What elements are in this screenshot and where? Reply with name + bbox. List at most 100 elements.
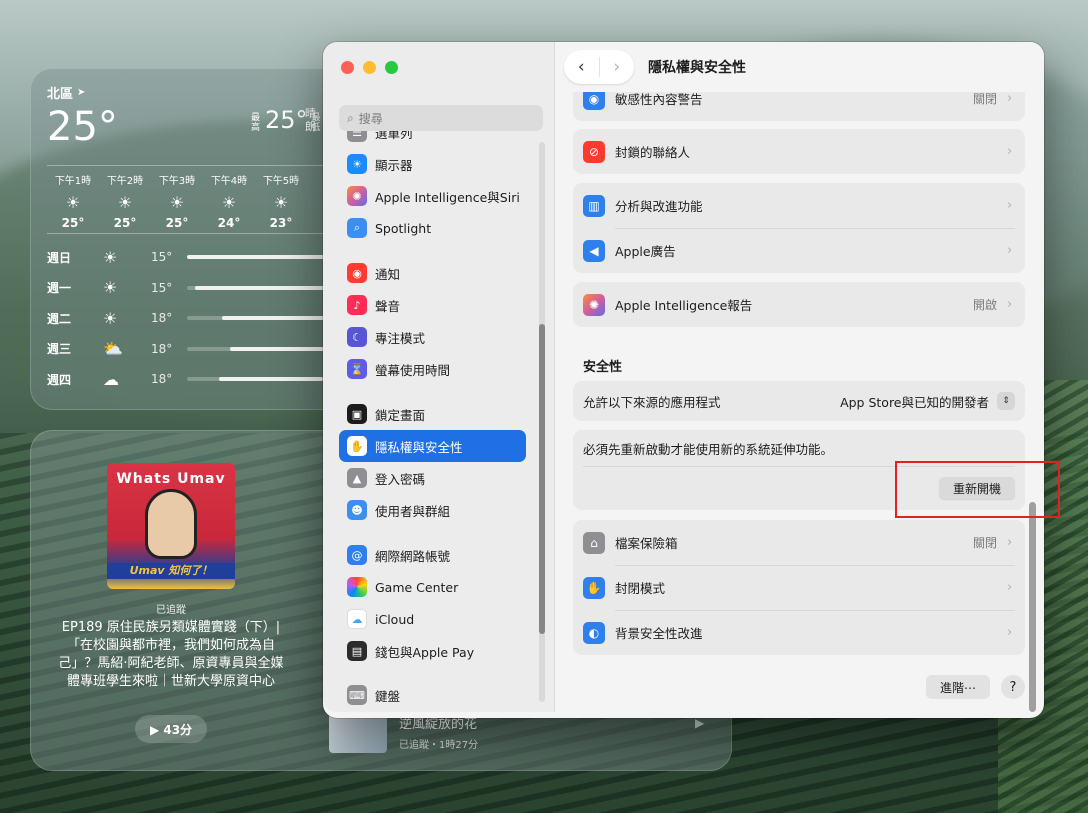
minimize-button[interactable] bbox=[363, 61, 376, 74]
sidebar-item-icloud[interactable]: ☁ iCloud bbox=[339, 603, 526, 635]
chevron-right-icon: › bbox=[1007, 91, 1013, 106]
keyboard-icon: ⌨ bbox=[347, 685, 367, 705]
zoom-button[interactable] bbox=[385, 61, 398, 74]
house-safe-icon: ⌂ bbox=[583, 531, 605, 554]
sidebar-scrollbar[interactable] bbox=[539, 142, 545, 702]
sidebar-item-users[interactable]: ☻ 使用者與群組 bbox=[339, 494, 526, 526]
cover-portrait bbox=[145, 489, 197, 559]
sun-icon: ☀ bbox=[103, 308, 118, 328]
sidebar-item-internet-accounts[interactable]: @ 網際網路帳號 bbox=[339, 539, 526, 571]
search-placeholder: 搜尋 bbox=[358, 111, 383, 126]
episode-title[interactable]: EP189 原住民族另類媒體實踐（下）|「在校園與都市裡，我們如何成為自己」？馬… bbox=[53, 619, 289, 691]
hour-item: 下午4時 ☀ 24° bbox=[203, 172, 255, 230]
apple-intelligence-icon: ✺ bbox=[583, 293, 605, 316]
row-lockdown-mode[interactable]: ✋ 封閉模式 › bbox=[573, 565, 1025, 610]
sun-icon: ☀ bbox=[221, 193, 237, 212]
row-background-security[interactable]: ◐ 背景安全性改進 › bbox=[573, 610, 1025, 655]
nav-buttons: ‹ › bbox=[564, 50, 634, 84]
row-allow-apps: 允許以下來源的應用程式 App Store與已知的開發者 ⇕ bbox=[573, 381, 1025, 421]
sidebar-item-lock-screen[interactable]: ▣ 鎖定畫面 bbox=[339, 398, 526, 430]
chevron-right-icon: › bbox=[1007, 297, 1013, 312]
sun-icon: ☀ bbox=[103, 247, 118, 267]
play-icon[interactable]: ▶ bbox=[695, 716, 704, 730]
day-row: 週二 ☀ 18° bbox=[47, 303, 347, 334]
main-scrollbar[interactable] bbox=[1029, 92, 1037, 712]
focus-moon-icon: ☾ bbox=[347, 327, 367, 347]
sun-icon: ☀ bbox=[65, 193, 81, 212]
hour-item: 下午2時 ☀ 25° bbox=[99, 172, 151, 230]
toolbar: ‹ › 隱私權與安全性 bbox=[556, 42, 1044, 92]
row-analytics[interactable]: ▥ 分析與改進功能 › bbox=[573, 183, 1025, 228]
blocked-icon: ⊘ bbox=[583, 140, 605, 163]
daily-forecast: 週日 ☀ 15° 週一 ☀ 15° 週二 ☀ 18° 週三 ⛅ 18° 週四 ☁ 18° bbox=[47, 233, 347, 395]
day-row: 週一 ☀ 15° bbox=[47, 273, 347, 304]
sidebar: ⌕ 搜尋 ☰ 選單列 ☀ 顯示器 ✺ Apple Intelligence與Siri … bbox=[323, 42, 555, 712]
users-icon: ☻ bbox=[347, 500, 367, 520]
sun-icon: ☀ bbox=[103, 278, 118, 298]
help-button[interactable]: ? bbox=[1001, 675, 1025, 699]
search-icon: ⌕ bbox=[347, 110, 354, 125]
chevron-right-icon: › bbox=[1007, 535, 1013, 550]
row-apple-intelligence-report[interactable]: ✺ Apple Intelligence報告 開啟 › bbox=[573, 282, 1025, 327]
notification-icon: ◉ bbox=[347, 263, 367, 283]
episode-thumbnail bbox=[329, 713, 387, 753]
hourglass-icon: ⌛ bbox=[347, 359, 367, 379]
sun-icon: ☀ bbox=[169, 193, 185, 212]
page-title: 隱私權與安全性 bbox=[648, 60, 746, 76]
sidebar-item-game-center[interactable]: Game Center bbox=[339, 571, 526, 603]
day-row: 週四 ☁ 18° bbox=[47, 364, 347, 395]
play-button[interactable]: ▶ 43分 bbox=[135, 715, 207, 743]
close-button[interactable] bbox=[341, 61, 354, 74]
stepper-icon: ⇕ bbox=[997, 392, 1015, 410]
row-filevault[interactable]: ⌂ 檔案保險箱 關閉 › bbox=[573, 520, 1025, 565]
settings-group: ⌂ 檔案保險箱 關閉 › ✋ 封閉模式 › ◐ 背景安全性改進 › bbox=[573, 520, 1025, 655]
podcast-status: 已追蹤 bbox=[156, 605, 186, 616]
hand-icon: ✋ bbox=[583, 576, 605, 599]
sidebar-item-siri[interactable]: ✺ Apple Intelligence與Siri bbox=[339, 180, 526, 212]
icloud-icon: ☁ bbox=[347, 609, 367, 629]
search-field[interactable]: ⌕ 搜尋 bbox=[339, 105, 543, 131]
sidebar-item-privacy[interactable]: ✋ 隱私權與安全性 bbox=[339, 430, 526, 462]
forward-button[interactable]: › bbox=[598, 57, 635, 77]
sidebar-item-notifications[interactable]: ◉ 通知 bbox=[339, 257, 526, 289]
sidebar-item-focus[interactable]: ☾ 專注模式 bbox=[339, 321, 526, 353]
chevron-right-icon: › bbox=[1007, 144, 1013, 159]
back-button[interactable]: ‹ bbox=[564, 57, 599, 77]
row-blocked-contacts[interactable]: ⊘ 封鎖的聯絡人 › bbox=[573, 129, 1025, 174]
sun-icon: ☀ bbox=[273, 193, 289, 212]
sound-icon: ♪ bbox=[347, 295, 367, 315]
allow-apps-popup[interactable]: App Store與已知的開發者 ⇕ bbox=[840, 392, 1015, 411]
podcast-cover[interactable]: Whats Umav Umav 知何了！ bbox=[107, 463, 235, 589]
settings-group: ✺ Apple Intelligence報告 開啟 › bbox=[573, 282, 1025, 327]
hourly-forecast: 下午1時 ☀ 25° 下午2時 ☀ 25° 下午3時 ☀ 25° 下午4時 ☀ 24° 下午5時… bbox=[47, 165, 347, 230]
window-controls bbox=[341, 61, 398, 74]
cloud-icon: ☁ bbox=[103, 369, 119, 389]
main-pane: ‹ › 隱私權與安全性 ◉ 敏感性內容警告 關閉 › ⊘ 封鎖的聯絡人 › ▥ … bbox=[556, 42, 1044, 718]
wallet-icon: ▤ bbox=[347, 641, 367, 661]
sidebar-item-spotlight[interactable]: ⌕ Spotlight bbox=[339, 212, 526, 244]
sun-icon: ☀ bbox=[117, 193, 133, 212]
day-row: 週日 ☀ 15° bbox=[47, 242, 347, 273]
settings-group: ⊘ 封鎖的聯絡人 › bbox=[573, 129, 1025, 174]
apple-intelligence-icon: ✺ bbox=[347, 186, 367, 206]
highlight-box bbox=[895, 461, 1060, 518]
megaphone-icon: ◀ bbox=[583, 239, 605, 262]
next-episode[interactable]: 逆風綻放的花 已追蹤・1時27分 bbox=[329, 713, 478, 753]
lock-screen-icon: ▣ bbox=[347, 404, 367, 424]
section-title-security: 安全性 bbox=[583, 360, 623, 375]
sidebar-item-screen-time[interactable]: ⌛ 螢幕使用時間 bbox=[339, 353, 526, 385]
hour-item: 下午5時 ☀ 23° bbox=[255, 172, 307, 230]
sidebar-item-login-password[interactable]: ▲ 登入密碼 bbox=[339, 462, 526, 494]
row-apple-ads[interactable]: ◀ Apple廣告 › bbox=[573, 228, 1025, 273]
sidebar-item-keyboard[interactable]: ⌨ 鍵盤 bbox=[339, 679, 526, 711]
settings-window: ⌕ 搜尋 ☰ 選單列 ☀ 顯示器 ✺ Apple Intelligence與Siri … bbox=[323, 42, 1044, 718]
lock-icon: ▲ bbox=[347, 468, 367, 488]
sidebar-item-displays[interactable]: ☀ 顯示器 bbox=[339, 148, 526, 180]
sidebar-item-wallet[interactable]: ▤ 錢包與Apple Pay bbox=[339, 635, 526, 667]
sidebar-item-sound[interactable]: ♪ 聲音 bbox=[339, 289, 526, 321]
advanced-button[interactable]: 進階⋯ bbox=[926, 675, 990, 699]
chevron-right-icon: › bbox=[1007, 243, 1013, 258]
analytics-icon: ▥ bbox=[583, 194, 605, 217]
shield-icon: ◐ bbox=[583, 621, 605, 644]
hour-item: 下午3時 ☀ 25° bbox=[151, 172, 203, 230]
